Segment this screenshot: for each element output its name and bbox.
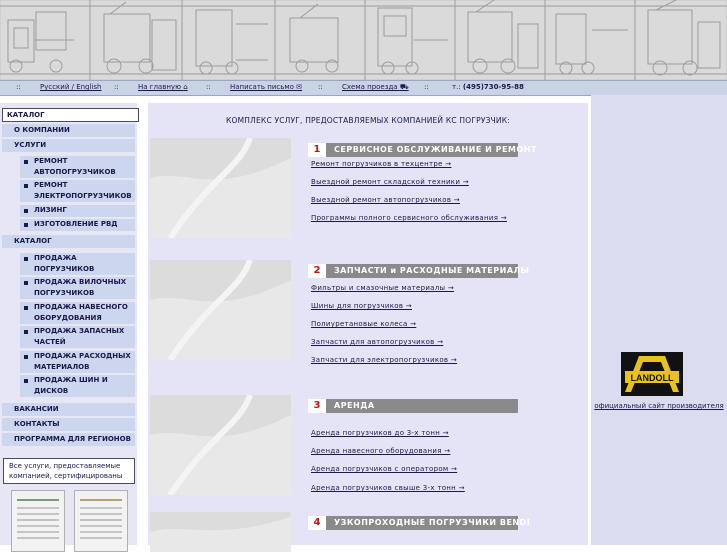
header-banner — [0, 0, 727, 80]
sidebar-item-services[interactable]: УСЛУГИ — [2, 139, 135, 152]
section-number: 4 — [308, 516, 326, 530]
nav-separator: :: — [318, 83, 323, 91]
service-link[interactable]: Шины для погрузчиков → — [311, 302, 412, 310]
section-header-2: 2 ЗАПЧАСТИ и РАСХОДНЫЕ МАТЕРИАЛЫ — [308, 264, 529, 278]
section-header-1: 1 СЕРВИСНОЕ ОБСЛУЖИВАНИЕ И РЕМОНТ — [308, 143, 536, 157]
service-link[interactable]: Аренда навесного оборудования → — [311, 447, 450, 455]
sidebar-item-forklifts[interactable]: ПРОДАЖА ВИЛОЧНЫХ ПОГРУЗЧИКОВ — [20, 277, 135, 299]
section-image — [150, 138, 291, 238]
service-link[interactable]: Аренда погрузчиков свыше 3-х тонн → — [311, 484, 465, 492]
nav-separator: :: — [424, 83, 429, 91]
home-link-label: На главную — [138, 83, 181, 91]
certification-note: Все услуги, предоставляемые компанией, с… — [3, 458, 135, 484]
phone-prefix: т.: — [452, 83, 461, 91]
write-letter-label: Написать письмо — [230, 83, 294, 91]
service-link[interactable]: Программы полного сервисного обслуживани… — [311, 214, 507, 222]
service-link[interactable]: Аренда погрузчиков с оператором → — [311, 465, 457, 473]
sidebar-item-leasing[interactable]: ЛИЗИНГ — [20, 205, 135, 217]
nav-separator: :: — [114, 83, 119, 91]
forklift-blueprint-image — [0, 0, 727, 80]
sidebar-item-hoses[interactable]: ИЗГОТОВЛЕНИЕ РВД — [20, 219, 135, 231]
main-content: КОМПЛЕКС УСЛУГ, ПРЕДОСТАВЛЯЕМЫХ КОМПАНИЕ… — [147, 103, 588, 552]
service-link[interactable]: Фильтры и смазочные материалы → — [311, 284, 454, 292]
section-title: АРЕНДА — [334, 401, 375, 410]
logo-text: LANDOLL — [631, 373, 674, 383]
sidebar-item-electric-repair[interactable]: РЕМОНТ ЭЛЕКТРОПОГРУЗЧИКОВ — [20, 180, 135, 202]
sidebar-item-attachments[interactable]: ПРОДАЖА НАВЕСНОГО ОБОРУДОВАНИЯ — [20, 302, 135, 324]
page-title: КОМПЛЕКС УСЛУГ, ПРЕДОСТАВЛЯЕМЫХ КОМПАНИЕ… — [226, 116, 510, 125]
section-number: 2 — [308, 264, 326, 278]
service-link[interactable]: Выездной ремонт автопогрузчиков → — [311, 196, 460, 204]
write-letter-link[interactable]: Написать письмо ✉ — [230, 83, 302, 91]
service-link[interactable]: Запчасти для автопогрузчиков → — [311, 338, 443, 346]
sidebar-item-narrow-aisle[interactable]: ПРОДАЖА ПОГРУЗЧИКОВ УЗКОПРОХОДНЫХ — [20, 253, 135, 284]
section-number: 1 — [308, 143, 326, 157]
section-image — [150, 395, 291, 495]
envelope-icon: ✉ — [296, 83, 303, 91]
service-link[interactable]: Ремонт погрузчиков в техцентре → — [311, 160, 451, 168]
section-header-4: 4 УЗКОПРОХОДНЫЕ ПОГРУЗЧИКИ BENDI — [308, 516, 530, 530]
phone-number: т.: (495)730-95-88 — [452, 83, 524, 91]
left-sidebar: КАТАЛОГ О КОМПАНИИ УСЛУГИ РЕМОНТ АВТОПОГ… — [0, 103, 139, 552]
section-image — [150, 512, 291, 552]
right-column: LANDOLL официальный сайт производителя — [591, 95, 727, 545]
directions-map-label: Схема проезда — [342, 83, 398, 91]
manufacturer-site-link[interactable]: официальный сайт производителя — [591, 402, 727, 410]
section-title: ЗАПЧАСТИ и РАСХОДНЫЕ МАТЕРИАЛЫ — [334, 266, 530, 275]
service-link[interactable]: Выездной ремонт складской техники → — [311, 178, 469, 186]
section-number: 3 — [308, 399, 326, 413]
sidebar-item-regions[interactable]: ПРОГРАММА ДЛЯ РЕГИОНОВ — [2, 433, 135, 446]
nav-separator: :: — [16, 83, 21, 91]
section-title: УЗКОПРОХОДНЫЕ ПОГРУЗЧИКИ BENDI — [334, 518, 531, 527]
truck-icon: ⛟ — [399, 83, 409, 91]
sidebar-item-forklift-repair[interactable]: РЕМОНТ АВТОПОГРУЗЧИКОВ — [20, 156, 135, 178]
service-link[interactable]: Запчасти для электропогрузчиков → — [311, 356, 457, 364]
top-navigation: :: Русский / English :: На главную ⌂ :: … — [0, 80, 727, 96]
nav-separator: :: — [206, 83, 211, 91]
sidebar-item-catalog[interactable]: КАТАЛОГ — [2, 235, 135, 248]
language-switch-link[interactable]: Русский / English — [40, 83, 101, 91]
service-link[interactable]: Аренда погрузчиков до 3-х тонн → — [311, 429, 449, 437]
home-icon: ⌂ — [183, 83, 188, 91]
sidebar-catalog-header[interactable]: КАТАЛОГ — [2, 108, 139, 122]
landoll-logo[interactable]: LANDOLL — [621, 352, 683, 396]
sidebar-item-consumables[interactable]: ПРОДАЖА РАСХОДНЫХ МАТЕРИАЛОВ — [20, 351, 135, 373]
home-link[interactable]: На главную ⌂ — [138, 83, 188, 91]
sidebar-item-vacancies[interactable]: ВАКАНСИИ — [2, 403, 135, 416]
section-title: СЕРВИСНОЕ ОБСЛУЖИВАНИЕ И РЕМОНТ — [334, 145, 537, 154]
section-header-3: 3 АРЕНДА — [308, 399, 518, 413]
sidebar-item-tires[interactable]: ПРОДАЖА ШИН И ДИСКОВ — [20, 375, 135, 397]
sidebar-item-about[interactable]: О КОМПАНИИ — [2, 124, 135, 137]
certificate-image[interactable] — [11, 490, 65, 552]
service-link[interactable]: Полиуретановые колеса → — [311, 320, 416, 328]
sidebar-item-spare-parts[interactable]: ПРОДАЖА ЗАПАСНЫХ ЧАСТЕЙ — [20, 326, 135, 348]
sidebar-item-contacts[interactable]: КОНТАКТЫ — [2, 418, 135, 431]
section-image — [150, 260, 291, 360]
certificate-image[interactable] — [74, 490, 128, 552]
directions-map-link[interactable]: Схема проезда ⛟ — [342, 83, 409, 92]
phone-value: (495)730-95-88 — [462, 83, 524, 91]
